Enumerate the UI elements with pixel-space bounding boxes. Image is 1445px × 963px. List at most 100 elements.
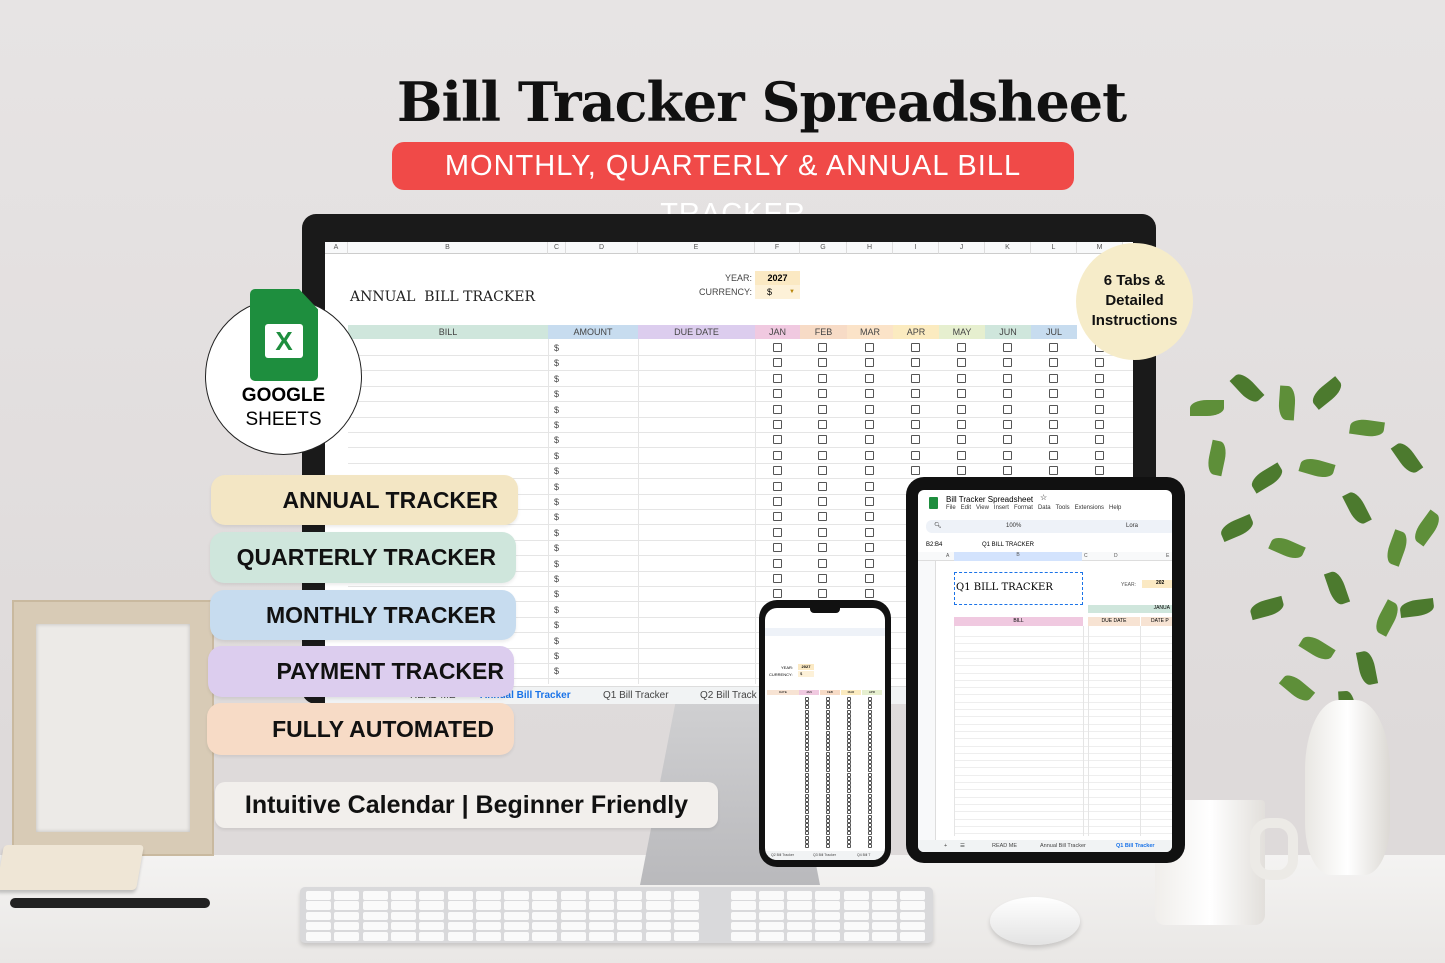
amount-cell[interactable]: $ bbox=[554, 374, 559, 384]
amount-cell[interactable]: $ bbox=[554, 528, 559, 538]
column-header[interactable]: D bbox=[566, 242, 638, 254]
tab-read-me[interactable]: READ ME bbox=[992, 840, 1017, 852]
amount-cell[interactable]: $ bbox=[554, 574, 559, 584]
paid-checkbox[interactable] bbox=[864, 404, 874, 414]
paid-checkbox[interactable] bbox=[864, 358, 874, 368]
column-header[interactable]: A bbox=[946, 553, 949, 559]
paid-checkbox[interactable] bbox=[1002, 420, 1012, 429]
paid-checkbox[interactable] bbox=[910, 450, 920, 460]
paid-checkbox[interactable] bbox=[817, 558, 827, 568]
paid-checkbox[interactable] bbox=[956, 420, 966, 429]
paid-checkbox[interactable] bbox=[826, 772, 830, 777]
tab-q4[interactable]: Q4 Bill T bbox=[857, 851, 870, 860]
paid-checkbox[interactable] bbox=[1048, 435, 1058, 445]
amount-cell[interactable]: $ bbox=[554, 559, 559, 569]
paid-checkbox[interactable] bbox=[910, 358, 920, 368]
paid-checkbox[interactable] bbox=[868, 793, 872, 798]
paid-checkbox[interactable] bbox=[864, 497, 874, 506]
paid-checkbox[interactable] bbox=[772, 435, 782, 445]
paid-checkbox[interactable] bbox=[826, 726, 830, 731]
paid-checkbox[interactable] bbox=[1048, 343, 1058, 352]
menu-tools[interactable]: Tools bbox=[1056, 505, 1070, 511]
paid-checkbox[interactable] bbox=[805, 789, 809, 794]
paid-checkbox[interactable] bbox=[847, 747, 851, 752]
amount-cell[interactable]: $ bbox=[554, 466, 559, 476]
paid-checkbox[interactable] bbox=[1095, 450, 1104, 460]
paid-checkbox[interactable] bbox=[847, 810, 851, 815]
menu-edit[interactable]: Edit bbox=[961, 505, 971, 511]
paid-checkbox[interactable] bbox=[847, 730, 851, 735]
paid-checkbox[interactable] bbox=[1095, 358, 1104, 368]
font-select[interactable]: Lora bbox=[1126, 520, 1138, 533]
paid-checkbox[interactable] bbox=[868, 705, 872, 710]
paid-checkbox[interactable] bbox=[826, 768, 830, 773]
paid-checkbox[interactable] bbox=[826, 789, 830, 794]
tab-annual-bill-tracker[interactable]: Annual Bill Tracker bbox=[1040, 840, 1086, 852]
amount-cell[interactable]: $ bbox=[554, 420, 559, 430]
paid-checkbox[interactable] bbox=[847, 831, 851, 836]
paid-checkbox[interactable] bbox=[817, 466, 827, 476]
paid-checkbox[interactable] bbox=[847, 772, 851, 777]
paid-checkbox[interactable] bbox=[864, 343, 874, 352]
paid-checkbox[interactable] bbox=[868, 751, 872, 756]
paid-checkbox[interactable] bbox=[772, 543, 782, 553]
paid-checkbox[interactable] bbox=[1002, 373, 1012, 383]
year-value[interactable]: 2027 bbox=[798, 664, 814, 670]
column-header[interactable]: E bbox=[638, 242, 755, 254]
paid-checkbox[interactable] bbox=[817, 574, 827, 583]
paid-checkbox[interactable] bbox=[1002, 404, 1012, 414]
paid-checkbox[interactable] bbox=[772, 512, 782, 522]
column-header[interactable]: H bbox=[847, 242, 893, 254]
currency-value[interactable]: $ bbox=[798, 671, 814, 677]
paid-checkbox[interactable] bbox=[864, 389, 874, 399]
paid-checkbox[interactable] bbox=[868, 835, 872, 840]
column-header[interactable]: E bbox=[1166, 553, 1169, 559]
paid-checkbox[interactable] bbox=[864, 512, 874, 522]
paid-checkbox[interactable] bbox=[847, 844, 851, 848]
paid-checkbox[interactable] bbox=[1048, 450, 1058, 460]
paid-checkbox[interactable] bbox=[864, 589, 874, 599]
amount-cell[interactable]: $ bbox=[554, 512, 559, 522]
paid-checkbox[interactable] bbox=[826, 810, 830, 815]
paid-checkbox[interactable] bbox=[772, 343, 782, 352]
paid-checkbox[interactable] bbox=[817, 435, 827, 445]
paid-checkbox[interactable] bbox=[910, 404, 920, 414]
column-header[interactable]: I bbox=[893, 242, 939, 254]
tab-q2-bill-tracker[interactable]: Q2 Bill Track bbox=[700, 690, 757, 701]
paid-checkbox[interactable] bbox=[826, 747, 830, 752]
paid-checkbox[interactable] bbox=[805, 747, 809, 752]
paid-checkbox[interactable] bbox=[847, 793, 851, 798]
amount-cell[interactable]: $ bbox=[554, 543, 559, 553]
column-header-b[interactable]: B bbox=[954, 552, 1082, 561]
column-header[interactable]: J bbox=[939, 242, 985, 254]
paid-checkbox[interactable] bbox=[868, 747, 872, 752]
paid-checkbox[interactable] bbox=[847, 751, 851, 756]
paid-checkbox[interactable] bbox=[817, 373, 827, 383]
paid-checkbox[interactable] bbox=[1095, 420, 1104, 429]
paid-checkbox[interactable] bbox=[956, 343, 966, 352]
paid-checkbox[interactable] bbox=[817, 450, 827, 460]
paid-checkbox[interactable] bbox=[956, 389, 966, 399]
year-value[interactable]: 202 bbox=[1142, 580, 1172, 588]
paid-checkbox[interactable] bbox=[864, 558, 874, 568]
amount-cell[interactable]: $ bbox=[554, 435, 559, 445]
paid-checkbox[interactable] bbox=[1048, 389, 1058, 399]
paid-checkbox[interactable] bbox=[868, 768, 872, 773]
paid-checkbox[interactable] bbox=[847, 789, 851, 794]
paid-checkbox[interactable] bbox=[1048, 466, 1058, 476]
paid-checkbox[interactable] bbox=[868, 772, 872, 777]
document-title[interactable]: Bill Tracker Spreadsheet bbox=[946, 495, 1033, 504]
column-header[interactable]: D bbox=[1114, 553, 1118, 559]
paid-checkbox[interactable] bbox=[847, 835, 851, 840]
paid-checkbox[interactable] bbox=[805, 835, 809, 840]
paid-checkbox[interactable] bbox=[868, 726, 872, 731]
paid-checkbox[interactable] bbox=[956, 358, 966, 368]
paid-checkbox[interactable] bbox=[1095, 466, 1104, 476]
paid-checkbox[interactable] bbox=[868, 831, 872, 836]
paid-checkbox[interactable] bbox=[826, 709, 830, 714]
paid-checkbox[interactable] bbox=[1002, 466, 1012, 476]
paid-checkbox[interactable] bbox=[772, 558, 782, 568]
tab-q3[interactable]: Q3 Bill Tracker bbox=[813, 851, 836, 860]
paid-checkbox[interactable] bbox=[805, 751, 809, 756]
paid-checkbox[interactable] bbox=[868, 814, 872, 819]
